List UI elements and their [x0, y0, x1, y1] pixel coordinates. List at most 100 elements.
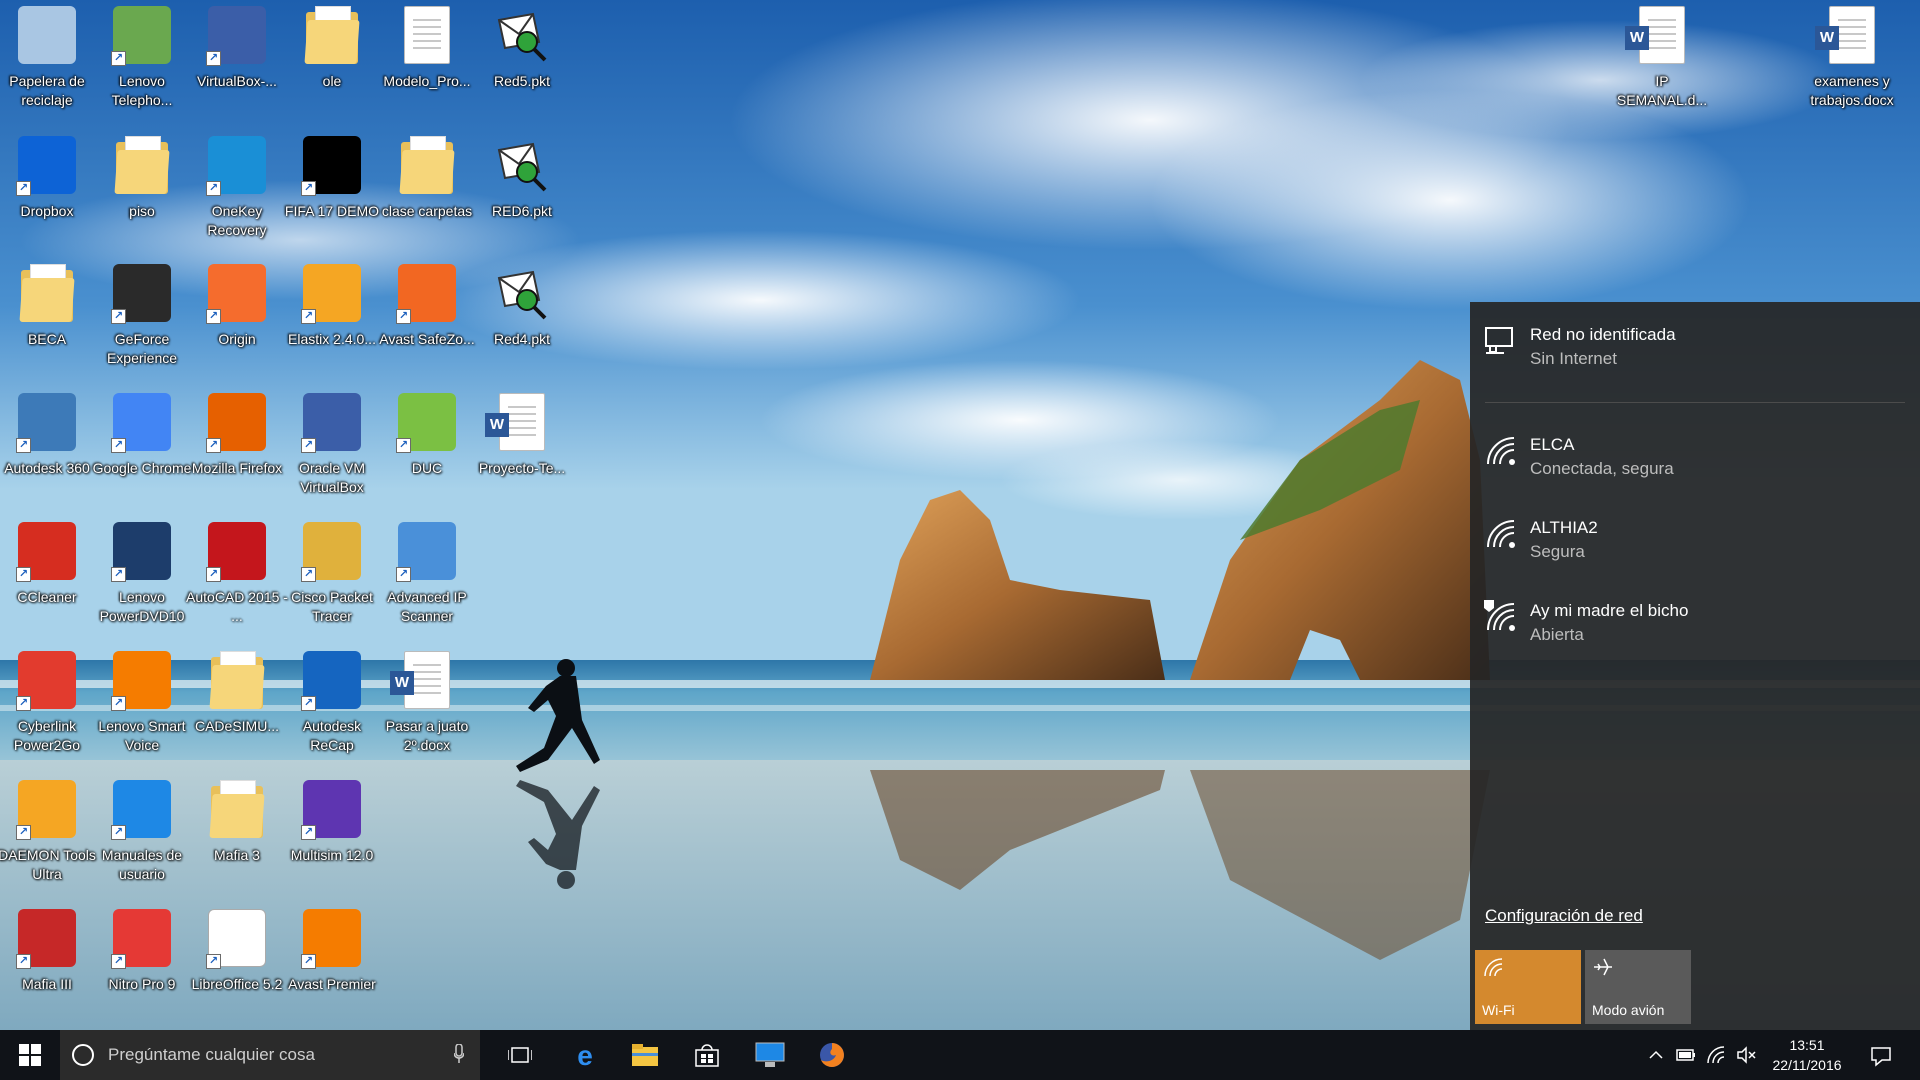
desktop-icon[interactable]: Papelera de reciclaje [0, 0, 94, 124]
desktop-icon[interactable]: ↗ GeForce Experience [95, 258, 189, 382]
shortcut-arrow-icon: ↗ [16, 181, 31, 196]
desktop-icon[interactable]: ↗ Lenovo Telepho... [95, 0, 189, 124]
desktop-icon[interactable]: ↗ FIFA 17 DEMO [285, 130, 379, 254]
desktop-icon-label: Elastix 2.4.0... [288, 331, 376, 347]
desktop-icon[interactable]: ↗ Oracle VM VirtualBox [285, 387, 379, 511]
desktop-icon[interactable]: ↗ AutoCAD 2015 - ... [186, 516, 288, 640]
desktop-icon[interactable]: ↗ Autodesk 360 [0, 387, 94, 511]
daemon-tools-icon: ↗ [16, 778, 78, 840]
wifi-open-icon [1484, 600, 1515, 631]
network-settings-link[interactable]: Configuración de red [1485, 906, 1643, 926]
desktop-icon[interactable]: Mafia 3 [190, 774, 284, 898]
desktop-icon-label: Pasar a juato 2º.docx [385, 718, 469, 753]
desktop-icon[interactable]: ↗ DUC [380, 387, 474, 511]
folder-icon [301, 4, 363, 66]
desktop-icon[interactable]: W IP SEMANAL.d... [1615, 0, 1709, 124]
store-taskbar-button[interactable] [677, 1030, 737, 1080]
duc-icon: ↗ [396, 391, 458, 453]
desktop-icon-label: piso [129, 203, 155, 219]
desktop-icon[interactable]: ↗ Manuales de usuario [95, 774, 189, 898]
desktop-icon[interactable]: Modelo_Pro... [380, 0, 474, 124]
desktop-icon[interactable]: ↗ Cisco Packet Tracer [285, 516, 379, 640]
desktop-icon[interactable]: ↗ Lenovo Smart Voice [95, 645, 189, 769]
word-document-icon: W [390, 649, 458, 711]
desktop-icon[interactable]: Wexamenes y trabajos.docx [1805, 0, 1899, 124]
desktop-icon[interactable]: Red5.pkt [475, 0, 569, 124]
desktop-icon[interactable]: ↗ Multisim 12.0 [285, 774, 379, 898]
desktop-icon[interactable]: W Proyecto-Te... [475, 387, 569, 511]
network-name: Red no identificada [1530, 325, 1676, 344]
desktop-icon[interactable]: ole [285, 0, 379, 124]
flyout-divider [1485, 402, 1905, 403]
autodesk-recap-icon: ↗ [301, 649, 363, 711]
desktop-icon[interactable]: ↗ Mafia III [0, 903, 94, 1027]
packet-tracer-file-icon [491, 262, 553, 324]
desktop-icon[interactable]: ↗ Avast SafeZo... [379, 258, 475, 382]
desktop-icon-label: Lenovo Smart Voice [98, 718, 186, 753]
lenovo-app-taskbar-button[interactable] [740, 1030, 800, 1080]
desktop-icon-label: Advanced IP Scanner [387, 589, 467, 624]
wifi-tray-icon[interactable] [1706, 1045, 1726, 1065]
desktop-icon[interactable]: ↗ Autodesk ReCap [285, 645, 379, 769]
network-item-open[interactable]: Ay mi madre el bicho Abierta [1470, 588, 1920, 658]
desktop-icon[interactable]: ↗ LibreOffice 5.2 [190, 903, 284, 1027]
start-button[interactable] [0, 1030, 60, 1080]
airplane-mode-tile[interactable]: Modo avión [1585, 950, 1691, 1024]
firefox-icon: ↗ [206, 391, 268, 453]
network-status: Sin Internet [1530, 349, 1617, 368]
wifi-toggle-tile[interactable]: Wi-Fi [1475, 950, 1581, 1024]
desktop-icon[interactable]: ↗ Lenovo PowerDVD10 [95, 516, 189, 640]
desktop-icon[interactable]: ↗ VirtualBox-... [190, 0, 284, 124]
file-explorer-icon [632, 1044, 658, 1066]
desktop-icon-label: Autodesk 360 [4, 460, 90, 476]
file-explorer-taskbar-button[interactable] [615, 1030, 675, 1080]
desktop-icon-label: examenes y trabajos.docx [1810, 73, 1894, 108]
microphone-icon[interactable] [454, 1044, 464, 1064]
desktop-icon[interactable]: ↗ Elastix 2.4.0... [285, 258, 379, 382]
shortcut-arrow-icon: ↗ [111, 438, 126, 453]
desktop-icon-label: Papelera de reciclaje [9, 73, 85, 108]
battery-icon[interactable] [1676, 1045, 1696, 1065]
desktop-icon[interactable]: piso [95, 130, 189, 254]
task-view-button[interactable] [490, 1030, 550, 1080]
firefox-taskbar-button[interactable] [802, 1030, 862, 1080]
task-view-icon [508, 1047, 532, 1063]
desktop-icon-label: Mozilla Firefox [191, 460, 283, 476]
desktop-icon[interactable]: Red4.pkt [475, 258, 569, 382]
network-item-elca[interactable]: ELCA Conectada, segura [1470, 422, 1920, 492]
desktop-icon-label: FIFA 17 DEMO [284, 203, 380, 219]
desktop-icon[interactable]: ↗ Origin [190, 258, 284, 382]
desktop-icon[interactable]: clase carpetas [380, 130, 474, 254]
desktop-icon-label: Avast SafeZo... [379, 331, 475, 347]
avast-premier-icon: ↗ [301, 907, 363, 969]
edge-taskbar-button[interactable]: e [555, 1030, 615, 1080]
cisco-packet-tracer-icon: ↗ [301, 520, 363, 582]
desktop-icon[interactable]: ↗ Mozilla Firefox [190, 387, 284, 511]
desktop-icon[interactable]: ↗ Advanced IP Scanner [380, 516, 474, 640]
desktop-icon[interactable]: W Pasar a juato 2º.docx [380, 645, 474, 769]
chevron-up-icon[interactable] [1646, 1045, 1666, 1065]
fifa17-icon: ↗ [301, 134, 363, 196]
desktop-icon[interactable]: RED6.pkt [475, 130, 569, 254]
desktop-icon[interactable]: ↗ CCleaner [0, 516, 94, 640]
desktop-icon-label: Cisco Packet Tracer [291, 589, 373, 624]
system-clock[interactable]: 13:51 22/11/2016 [1767, 1035, 1847, 1075]
desktop-icon-label: CCleaner [17, 589, 77, 605]
windows-logo-icon [19, 1044, 41, 1066]
desktop-icon[interactable]: ↗ Dropbox [0, 130, 94, 254]
desktop-icon[interactable]: BECA [0, 258, 94, 382]
network-item-althia2[interactable]: ALTHIA2 Segura [1470, 505, 1920, 575]
desktop-icon[interactable]: ↗ OneKey Recovery [190, 130, 284, 254]
desktop-icon[interactable]: ↗ DAEMON Tools Ultra [0, 774, 96, 898]
action-center-icon[interactable] [1870, 1045, 1892, 1067]
network-item-unidentified[interactable]: Red no identificada Sin Internet [1470, 312, 1920, 382]
volume-muted-icon[interactable] [1736, 1045, 1756, 1065]
desktop-icon[interactable]: ↗ Nitro Pro 9 [95, 903, 189, 1027]
desktop-icon[interactable]: ↗ Google Chrome [93, 387, 191, 511]
desktop-icon-label: Red5.pkt [493, 73, 551, 89]
cortana-search-box[interactable]: Pregúntame cualquier cosa [60, 1030, 480, 1080]
desktop-icon-label: Manuales de usuario [101, 847, 183, 882]
desktop-icon[interactable]: ↗ Cyberlink Power2Go [0, 645, 94, 769]
desktop-icon[interactable]: CADeSIMU... [190, 645, 284, 769]
desktop-icon[interactable]: ↗ Avast Premier [285, 903, 379, 1027]
